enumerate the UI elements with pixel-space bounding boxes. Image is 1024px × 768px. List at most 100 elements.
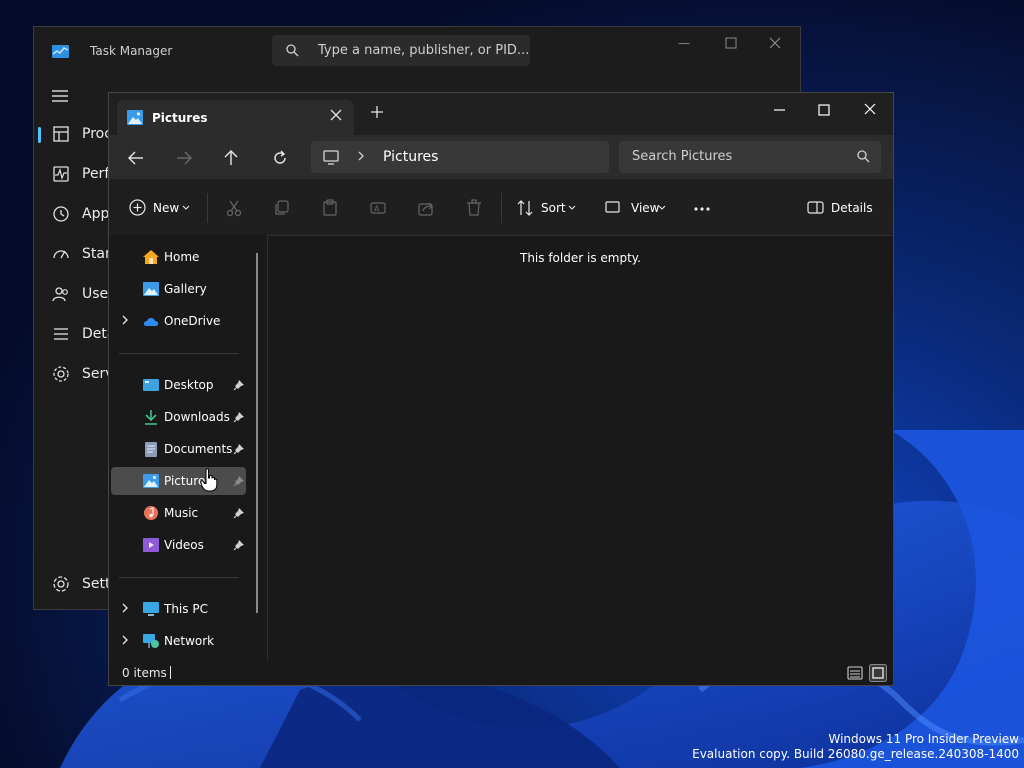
file-list-area[interactable]: This folder is empty. bbox=[268, 235, 893, 661]
status-bar: 0 items bbox=[109, 661, 893, 685]
tm-nav-details[interactable]: Deta bbox=[34, 317, 115, 353]
divider bbox=[119, 353, 239, 354]
tm-minimize-button[interactable]: — bbox=[678, 36, 692, 50]
refresh-icon[interactable] bbox=[271, 149, 289, 167]
pin-icon[interactable] bbox=[233, 539, 245, 551]
pin-icon[interactable] bbox=[233, 411, 245, 423]
search-box[interactable]: Search Pictures bbox=[619, 141, 881, 173]
task-manager-logo-icon bbox=[52, 45, 69, 58]
up-arrow-icon[interactable] bbox=[222, 149, 240, 167]
sidebar-item-this-pc[interactable]: This PC bbox=[111, 595, 246, 623]
tm-nav-label: App bbox=[82, 206, 110, 222]
videos-icon bbox=[143, 538, 159, 552]
services-icon bbox=[53, 366, 69, 382]
computer-icon bbox=[323, 150, 339, 165]
sidebar-item-label: Network bbox=[164, 634, 215, 648]
details-view-icon[interactable] bbox=[846, 664, 864, 682]
sidebar-item-onedrive[interactable]: OneDrive bbox=[111, 307, 246, 335]
tm-nav-services[interactable]: Serv bbox=[34, 357, 114, 393]
details-button-label: Details bbox=[831, 201, 873, 215]
chevron-down-icon bbox=[658, 205, 666, 210]
pin-icon[interactable] bbox=[233, 379, 245, 391]
sidebar-item-downloads[interactable]: Downloads bbox=[111, 403, 246, 431]
pin-icon[interactable] bbox=[233, 475, 245, 487]
copy-icon[interactable] bbox=[273, 199, 291, 217]
cut-icon[interactable] bbox=[225, 199, 243, 217]
tm-close-button[interactable] bbox=[768, 36, 782, 50]
tm-maximize-button[interactable] bbox=[724, 36, 738, 50]
paste-icon[interactable] bbox=[321, 199, 339, 217]
divider bbox=[207, 193, 208, 223]
delete-icon[interactable] bbox=[465, 199, 483, 217]
desktop-icon bbox=[143, 379, 159, 391]
pin-icon[interactable] bbox=[233, 507, 245, 519]
tm-nav-startup[interactable]: Start bbox=[34, 237, 116, 273]
documents-icon bbox=[145, 442, 157, 457]
close-tab-icon[interactable] bbox=[330, 109, 342, 121]
more-options-icon[interactable] bbox=[693, 199, 711, 217]
sidebar-item-label: Videos bbox=[164, 538, 204, 552]
chevron-right-icon[interactable] bbox=[121, 634, 129, 646]
task-manager-search-input[interactable]: Type a name, publisher, or PID... bbox=[272, 35, 530, 66]
task-manager-title: Task Manager bbox=[90, 44, 173, 58]
gallery-icon bbox=[143, 282, 159, 296]
pictures-icon bbox=[143, 474, 159, 488]
address-location[interactable]: Pictures bbox=[383, 149, 438, 165]
sidebar-item-home[interactable]: Home bbox=[111, 243, 246, 271]
chevron-right-icon[interactable] bbox=[121, 602, 129, 614]
rename-icon[interactable]: A bbox=[369, 199, 387, 217]
large-icons-view-icon[interactable] bbox=[869, 664, 887, 682]
details-button[interactable]: Details bbox=[807, 199, 873, 217]
sort-button[interactable]: Sort bbox=[516, 199, 578, 217]
address-bar[interactable]: Pictures bbox=[311, 141, 609, 173]
empty-folder-message: This folder is empty. bbox=[520, 251, 641, 265]
chevron-down-icon bbox=[182, 205, 190, 210]
watermark-edition: Windows 11 Pro Insider Preview bbox=[828, 732, 1019, 746]
file-explorer-window[interactable]: Pictures Pictures Search Pictures New A … bbox=[108, 92, 894, 686]
maximize-button[interactable] bbox=[814, 101, 834, 119]
tm-nav-users[interactable]: User bbox=[34, 277, 114, 313]
sidebar-item-gallery[interactable]: Gallery bbox=[111, 275, 246, 303]
sidebar-item-network[interactable]: Network bbox=[111, 627, 246, 655]
sidebar-item-desktop[interactable]: Desktop bbox=[111, 371, 246, 399]
sidebar-item-label: Music bbox=[164, 506, 199, 520]
back-arrow-icon[interactable] bbox=[127, 149, 145, 167]
sort-icon bbox=[517, 200, 533, 216]
sidebar-item-label: Documents bbox=[164, 442, 233, 456]
tab-title: Pictures bbox=[152, 111, 208, 125]
details-pane-icon bbox=[807, 201, 824, 214]
view-icon bbox=[605, 201, 620, 213]
new-tab-icon[interactable] bbox=[371, 106, 383, 118]
processes-icon bbox=[53, 126, 69, 142]
onedrive-icon bbox=[143, 318, 159, 326]
tm-nav-processes[interactable]: Proc bbox=[34, 117, 114, 153]
tm-nav-app-history[interactable]: App bbox=[34, 197, 114, 233]
hamburger-menu-icon[interactable] bbox=[52, 89, 68, 103]
sidebar-item-documents[interactable]: Documents bbox=[111, 435, 246, 463]
sidebar-item-videos[interactable]: Videos bbox=[111, 531, 246, 559]
sidebar-item-music[interactable]: Music bbox=[111, 499, 246, 527]
close-button[interactable] bbox=[860, 101, 880, 119]
share-icon[interactable] bbox=[417, 199, 435, 217]
windows-watermark: Windows 11 Pro Insider Preview Evaluatio… bbox=[692, 732, 1019, 762]
minimize-button[interactable] bbox=[770, 101, 790, 119]
navigation-bar: Pictures Search Pictures bbox=[109, 135, 893, 179]
chevron-right-icon[interactable] bbox=[357, 150, 365, 162]
pictures-icon bbox=[127, 110, 143, 125]
sidebar-item-label: OneDrive bbox=[164, 314, 221, 328]
tab-pictures[interactable]: Pictures bbox=[117, 100, 354, 135]
tm-nav-performance[interactable]: Perfo bbox=[34, 157, 118, 193]
task-manager-search-placeholder: Type a name, publisher, or PID... bbox=[318, 43, 530, 58]
pin-icon[interactable] bbox=[233, 443, 245, 455]
view-button[interactable]: View bbox=[605, 199, 669, 217]
tm-nav-settings[interactable]: Setti bbox=[34, 567, 114, 603]
sidebar-item-label: Downloads bbox=[164, 410, 230, 424]
sidebar-scrollbar[interactable] bbox=[256, 253, 258, 613]
new-button[interactable]: New bbox=[129, 199, 195, 217]
sidebar-item-pictures[interactable]: Pictures bbox=[111, 467, 246, 495]
performance-icon bbox=[53, 166, 69, 182]
chevron-right-icon[interactable] bbox=[121, 314, 129, 326]
details-icon bbox=[54, 328, 68, 340]
forward-arrow-icon[interactable] bbox=[175, 149, 193, 167]
network-icon bbox=[143, 634, 159, 648]
